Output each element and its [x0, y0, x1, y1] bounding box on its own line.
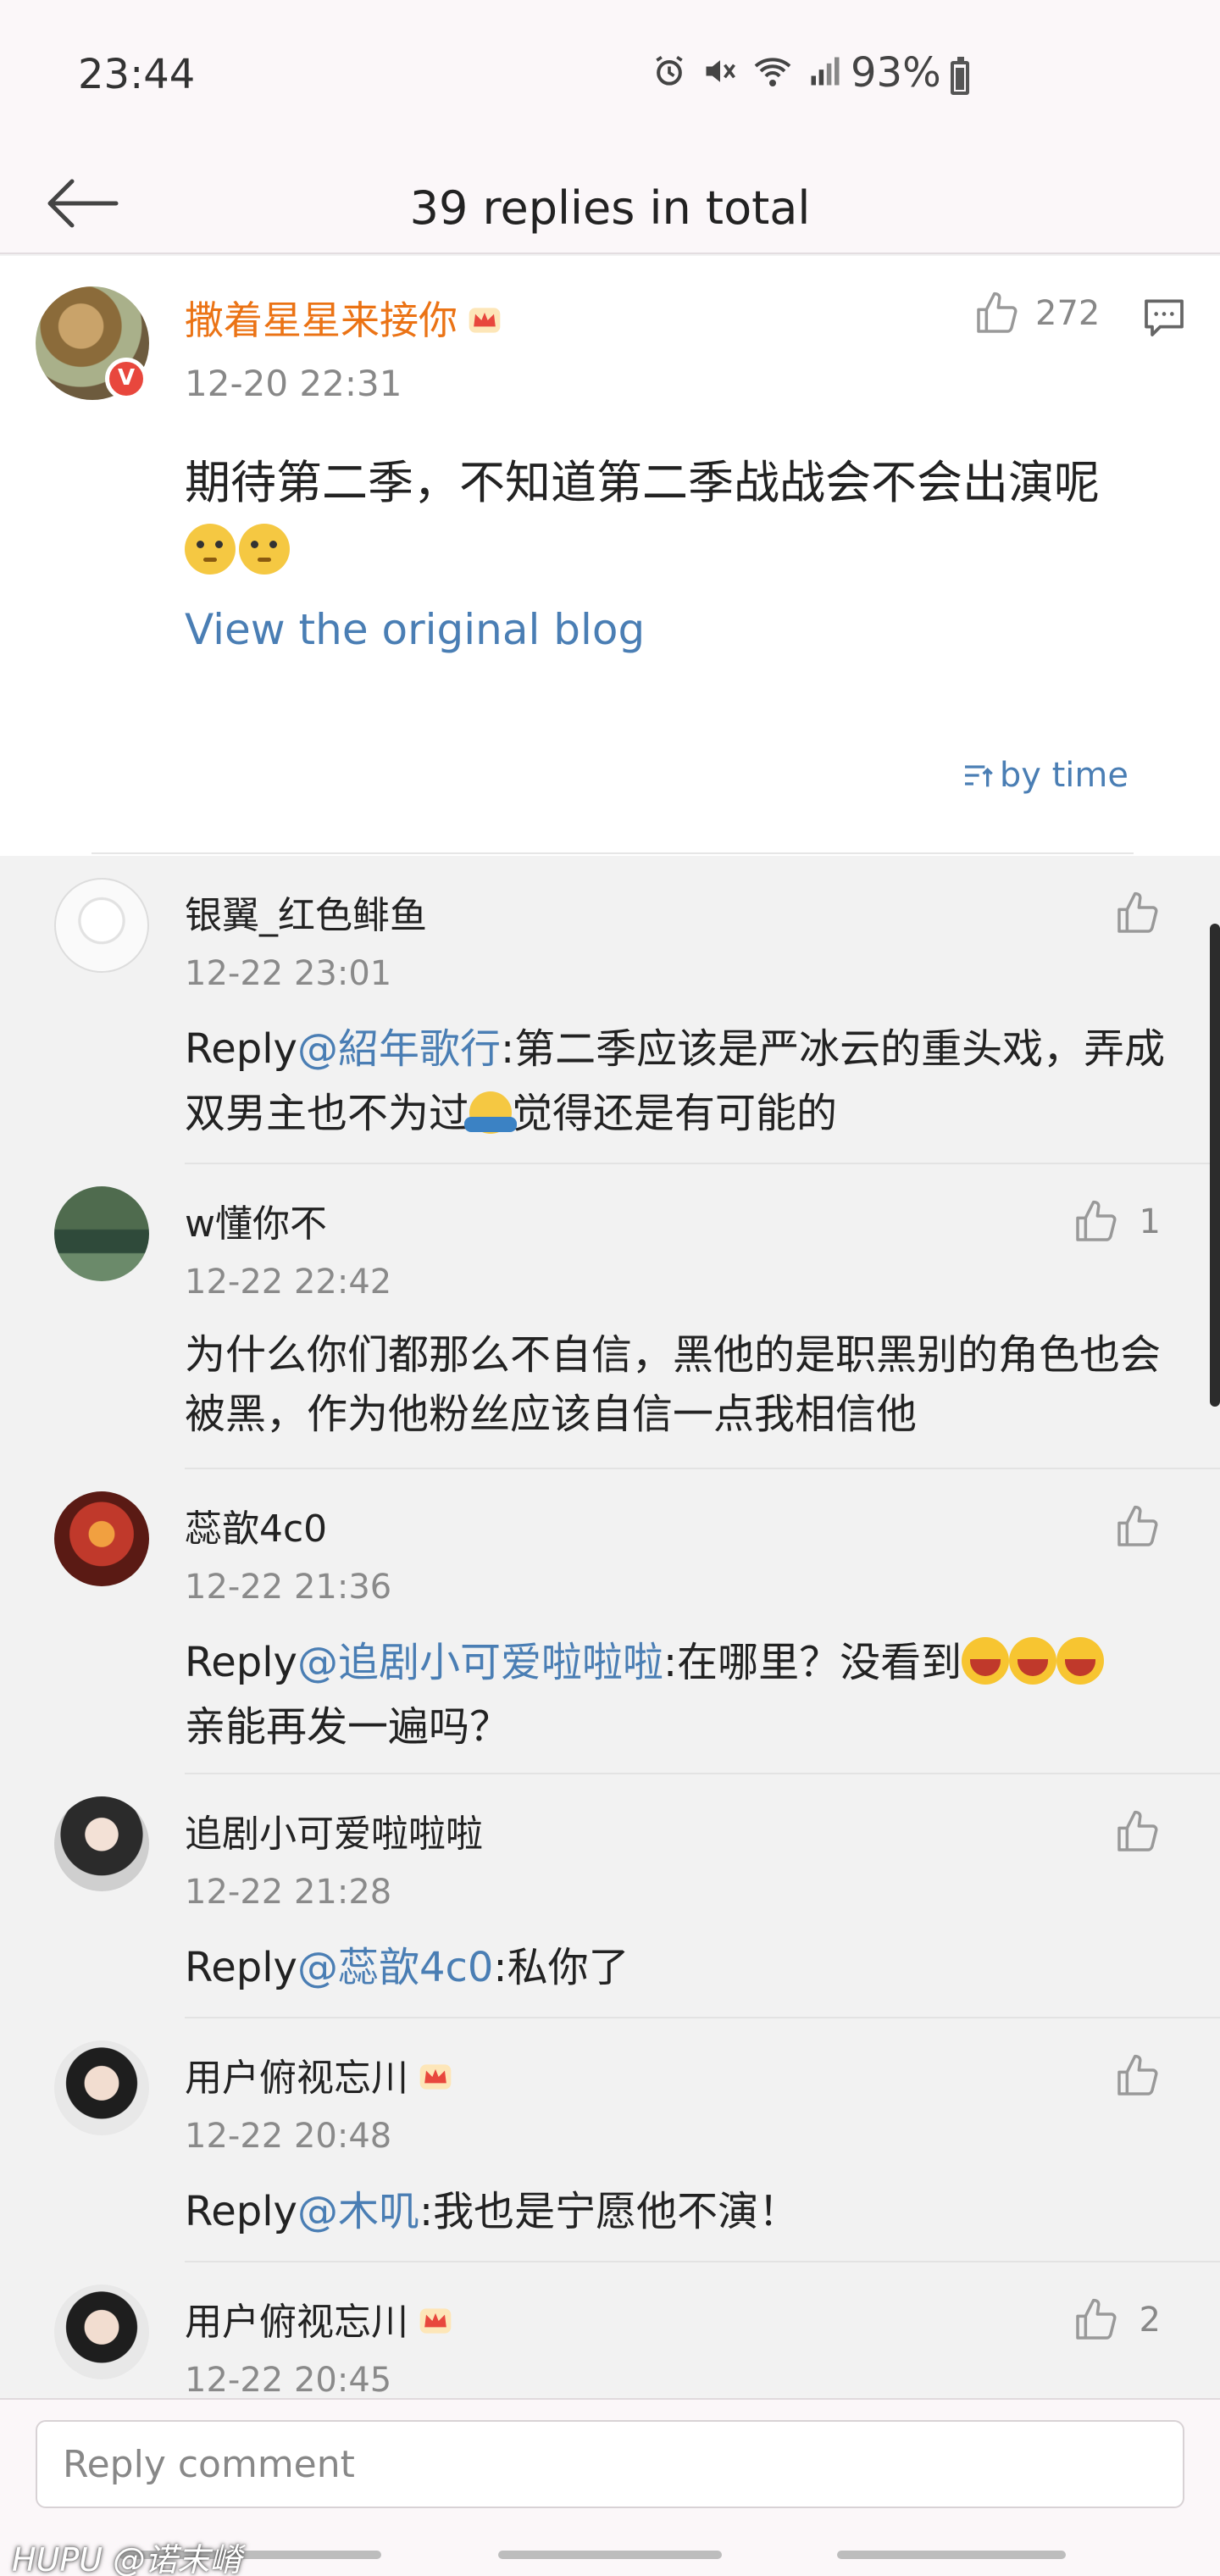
comment-text: Reply@蕊歆4c0:私你了	[185, 1944, 629, 1991]
watermark: HUPU @诺末嵴	[12, 2541, 242, 2576]
thinking-emoji-icon	[239, 524, 290, 575]
thumbs-up-icon	[1117, 1505, 1158, 1546]
comment-author[interactable]: 追剧小可爱啦啦啦	[185, 1803, 483, 1857]
mention-link[interactable]: @木叽	[297, 2188, 419, 2235]
status-time: 23:44	[78, 51, 196, 98]
comment-like-count: 2	[1139, 2301, 1161, 2340]
battery-icon	[951, 57, 969, 95]
comment-author[interactable]: 蕊歆4c0	[185, 1498, 327, 1552]
comment-icon[interactable]	[1140, 293, 1188, 341]
alarm-icon	[656, 55, 683, 86]
comment-timestamp: 12-22 22:42	[185, 1263, 392, 1302]
laughing-emoji-icon	[962, 1637, 1010, 1685]
verified-badge-icon: V	[105, 358, 147, 400]
comment-author[interactable]: 银翼_红色鲱鱼	[185, 885, 427, 939]
thumbs-up-icon	[1117, 891, 1158, 933]
comment-like-count: 1	[1139, 1202, 1161, 1241]
comment-text: Reply@木叽:我也是宁愿他不演！	[185, 2188, 800, 2235]
post-text: 期待第二季，不知道第二季战战会不会出演呢	[185, 456, 1100, 509]
comment-like-button[interactable]	[1113, 2052, 1161, 2100]
sort-button[interactable]: by time	[961, 756, 1128, 795]
divider	[185, 1773, 1220, 1774]
comment-author[interactable]: w懂你不	[185, 1193, 327, 1247]
divider	[185, 2261, 1220, 2262]
comment-like-button[interactable]: 2	[1072, 2296, 1161, 2344]
avatar[interactable]	[54, 878, 149, 973]
avatar[interactable]	[54, 1796, 149, 1891]
comment-timestamp: 12-22 21:36	[185, 1568, 392, 1607]
thumbs-up-icon	[1117, 2054, 1158, 2096]
mention-link[interactable]: @蕊歆4c0	[297, 1944, 493, 1991]
mention-link[interactable]: @紹年歌行	[297, 1025, 501, 1073]
post-like-count: 272	[1035, 294, 1101, 333]
thinking-emoji-icon	[185, 524, 236, 575]
battery-percent: 93%	[851, 49, 941, 97]
divider	[185, 1468, 1220, 1469]
comment-timestamp: 12-22 20:45	[185, 2361, 392, 2400]
comment-like-button[interactable]	[1113, 1808, 1161, 1856]
scrollbar[interactable]	[1210, 924, 1220, 1407]
post-content: 期待第二季，不知道第二季战战会不会出演呢	[185, 449, 1193, 585]
nav-bar: 39 replies in total	[0, 153, 1220, 254]
divider	[92, 852, 1134, 854]
crown-icon	[419, 2064, 452, 2090]
comment-like-button[interactable]: 1	[1072, 1198, 1161, 1246]
avatar[interactable]	[54, 1186, 149, 1281]
shrug-emoji-icon	[464, 1091, 518, 1134]
laughing-emoji-icon	[1009, 1637, 1057, 1685]
thumbs-up-icon	[977, 291, 1018, 333]
laughing-emoji-icon	[1056, 1637, 1105, 1685]
comment-text: Reply@紹年歌行:第二季应该是严冰云的重头戏，弄成双男主也不为过 觉得还是有可…	[185, 1025, 1166, 1137]
mute-icon	[706, 60, 735, 82]
crown-icon	[419, 2308, 452, 2334]
comment-timestamp: 12-22 23:01	[185, 954, 392, 993]
comment-author[interactable]: 用户俯视忘川	[185, 2047, 454, 2101]
signal-icon	[811, 57, 840, 86]
thumbs-up-icon	[1075, 2298, 1117, 2340]
comment-text: 为什么你们都那么不自信，黑他的是职黑别的角色也会被黑，作为他粉丝应该自信一点我相…	[185, 1331, 1162, 1438]
sort-label: by time	[999, 756, 1128, 795]
avatar[interactable]	[54, 2285, 149, 2379]
thumbs-up-icon	[1117, 1810, 1158, 1852]
comment-timestamp: 12-22 20:48	[185, 2117, 392, 2156]
status-bar: 23:44 93%	[0, 0, 1220, 153]
status-icons	[651, 53, 844, 90]
sort-icon	[964, 765, 993, 787]
comment-like-button[interactable]	[1113, 890, 1161, 937]
nav-gesture-handle[interactable]	[837, 2551, 1066, 2559]
thumbs-up-icon	[1075, 1200, 1117, 1241]
avatar[interactable]	[54, 1491, 149, 1586]
reply-input[interactable]	[36, 2420, 1184, 2508]
post-author-name: 撒着星星来接你	[185, 297, 458, 343]
mention-link[interactable]: @追剧小可爱啦啦啦	[297, 1639, 663, 1686]
divider	[185, 1163, 1220, 1164]
comment-text: Reply@追剧小可爱啦啦啦:在哪里？没看到 亲能再发一遍吗？	[185, 1630, 1184, 1759]
avatar[interactable]	[54, 2040, 149, 2135]
comment-author[interactable]: 用户俯视忘川	[185, 2291, 454, 2346]
post-like-button[interactable]: 272	[973, 290, 1100, 337]
comment-like-button[interactable]	[1113, 1503, 1161, 1551]
page-title: 39 replies in total	[409, 181, 811, 235]
divider	[185, 2017, 1220, 2018]
post-author[interactable]: 撒着星星来接你	[185, 290, 503, 346]
comment-timestamp: 12-22 21:28	[185, 1873, 392, 1912]
wifi-icon	[754, 58, 791, 86]
post-timestamp: 12-20 22:31	[185, 363, 402, 404]
main-post: V 撒着星星来接你 12-20 22:31 272 期待第二季，不知道第二季战战…	[0, 256, 1220, 856]
view-original-link[interactable]: View the original blog	[185, 605, 645, 654]
crown-icon	[469, 308, 501, 333]
nav-gesture-handle[interactable]	[498, 2551, 722, 2559]
